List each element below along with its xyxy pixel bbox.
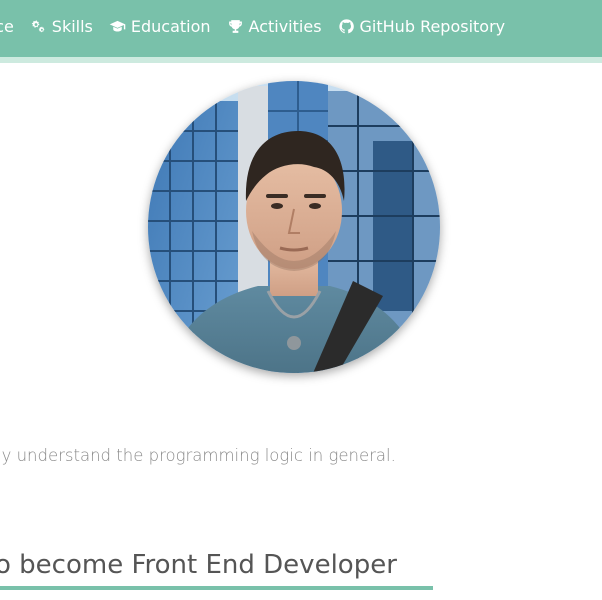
nav-item-activities[interactable]: Activities <box>227 17 322 36</box>
profile-photo <box>148 81 440 373</box>
nav-item-label: Education <box>130 17 211 36</box>
nav-item-github[interactable]: GitHub Repository <box>338 17 506 36</box>
gears-icon <box>30 18 48 36</box>
top-navbar: nce Skills Education Activities GitHub R… <box>0 0 602 57</box>
nav-item-label: nce <box>0 17 14 36</box>
goal-heading: o become Front End Developer <box>0 550 397 580</box>
graduation-cap-icon <box>109 18 127 36</box>
navbar-bottom-border <box>0 57 602 63</box>
about-text: ly understand the programming logic in g… <box>0 446 396 465</box>
nav-item-label: Skills <box>51 17 93 36</box>
nav-item-label: Activities <box>248 17 322 36</box>
nav-item-education[interactable]: Education <box>109 17 211 36</box>
heading-underline <box>0 586 433 590</box>
nav-item-experience[interactable]: nce <box>0 17 14 36</box>
avatar <box>148 81 440 373</box>
nav-item-label: GitHub Repository <box>359 17 506 36</box>
nav-item-skills[interactable]: Skills <box>30 17 93 36</box>
trophy-icon <box>227 18 245 36</box>
nav-menu: nce Skills Education Activities GitHub R… <box>0 17 505 36</box>
github-icon <box>338 18 356 36</box>
